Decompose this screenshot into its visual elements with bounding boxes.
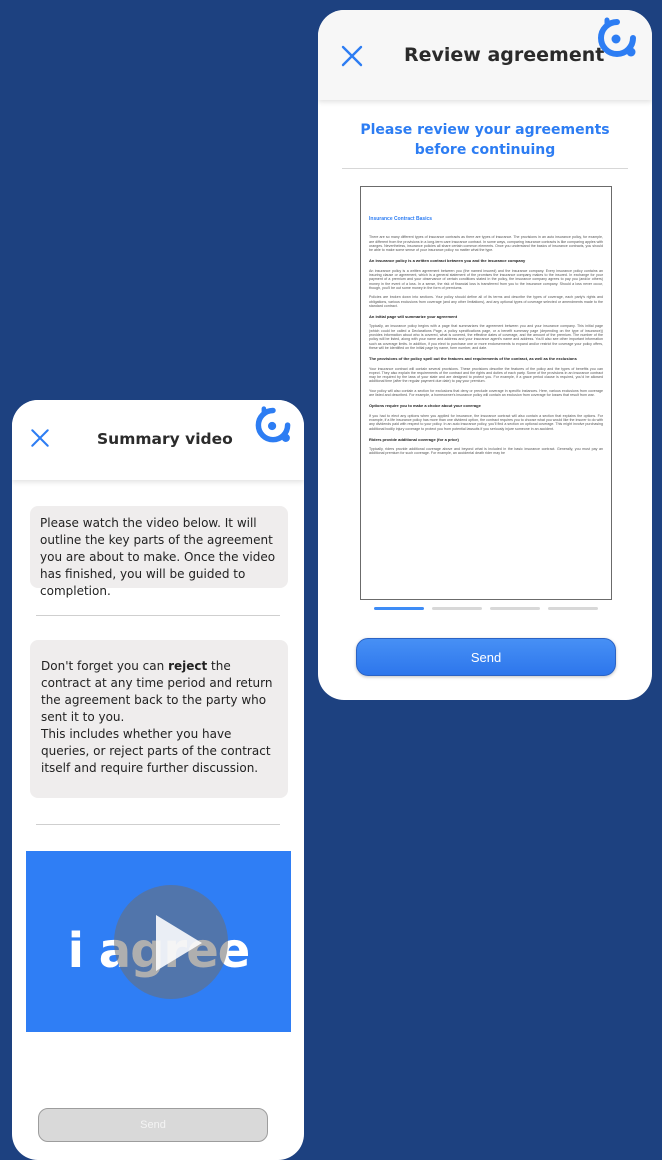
brand-logo-icon xyxy=(252,405,294,447)
page-indicator-segment[interactable] xyxy=(490,607,540,610)
play-icon[interactable] xyxy=(156,915,202,971)
divider xyxy=(36,824,280,825)
document-section-heading: Options require you to make a choice abo… xyxy=(369,403,481,409)
page-indicator-segment[interactable] xyxy=(432,607,482,610)
send-button-disabled: Send xyxy=(38,1108,268,1142)
page-indicator xyxy=(374,607,598,610)
reminder-text: Don't forget you can reject the contract… xyxy=(41,658,277,726)
divider xyxy=(342,168,628,169)
divider xyxy=(36,615,280,616)
instructions-text: Please watch the video below. It will ou… xyxy=(40,516,276,598)
reminder-emphasis: reject xyxy=(168,659,208,673)
brand-logo-icon xyxy=(594,16,640,62)
summary-video-screen: Summary video Please watch the video bel… xyxy=(12,400,304,1160)
review-agreement-screen: Review agreement Please review your agre… xyxy=(318,10,652,700)
document-paragraph: Typically, riders provide additional cov… xyxy=(369,447,603,456)
document-paragraph: Typically, an insurance policy begins wi… xyxy=(369,324,603,350)
page-title: Summary video xyxy=(97,430,233,448)
document-paragraph: If you had to elect any options when you… xyxy=(369,413,603,431)
document-section-heading: Riders provide additional coverage (for … xyxy=(369,436,459,442)
close-icon[interactable] xyxy=(28,426,52,450)
document-paragraph: An insurance policy is a written agreeme… xyxy=(369,268,603,290)
reminder-text-start: Don't forget you can xyxy=(41,659,169,673)
review-heading: Please review your agreements before con… xyxy=(360,122,610,158)
agreement-document-preview[interactable]: Insurance Contract Basics There are so m… xyxy=(360,186,612,600)
document-title: Insurance Contract Basics xyxy=(369,216,433,222)
page-indicator-segment[interactable] xyxy=(548,607,598,610)
close-icon[interactable] xyxy=(338,42,366,70)
summary-header: Summary video xyxy=(12,400,304,480)
video-instructions: Please watch the video below. It will ou… xyxy=(30,506,288,598)
page-indicator-segment-active[interactable] xyxy=(374,607,424,610)
summary-video-player[interactable]: i agree xyxy=(26,851,291,1032)
page-title: Review agreement xyxy=(404,44,605,66)
reminder-text-second: This includes whether you have queries, … xyxy=(41,727,271,775)
document-section-heading: An insurance policy is a written contrac… xyxy=(369,258,526,264)
reject-reminder: Don't forget you can reject the contract… xyxy=(30,640,288,798)
document-paragraph: Policies are broken down into sections. … xyxy=(369,295,603,308)
send-button[interactable]: Send xyxy=(356,638,616,676)
document-paragraph: Your policy will also contain a section … xyxy=(369,388,603,398)
document-paragraph: There are so many different types of ins… xyxy=(369,235,603,253)
document-paragraph: Your insurance contract will contain sev… xyxy=(369,366,603,384)
review-header: Review agreement xyxy=(318,10,652,100)
document-section-heading: An initial page will summarize your agre… xyxy=(369,314,458,320)
document-section-heading: The provisions of the policy spell out t… xyxy=(369,356,577,362)
